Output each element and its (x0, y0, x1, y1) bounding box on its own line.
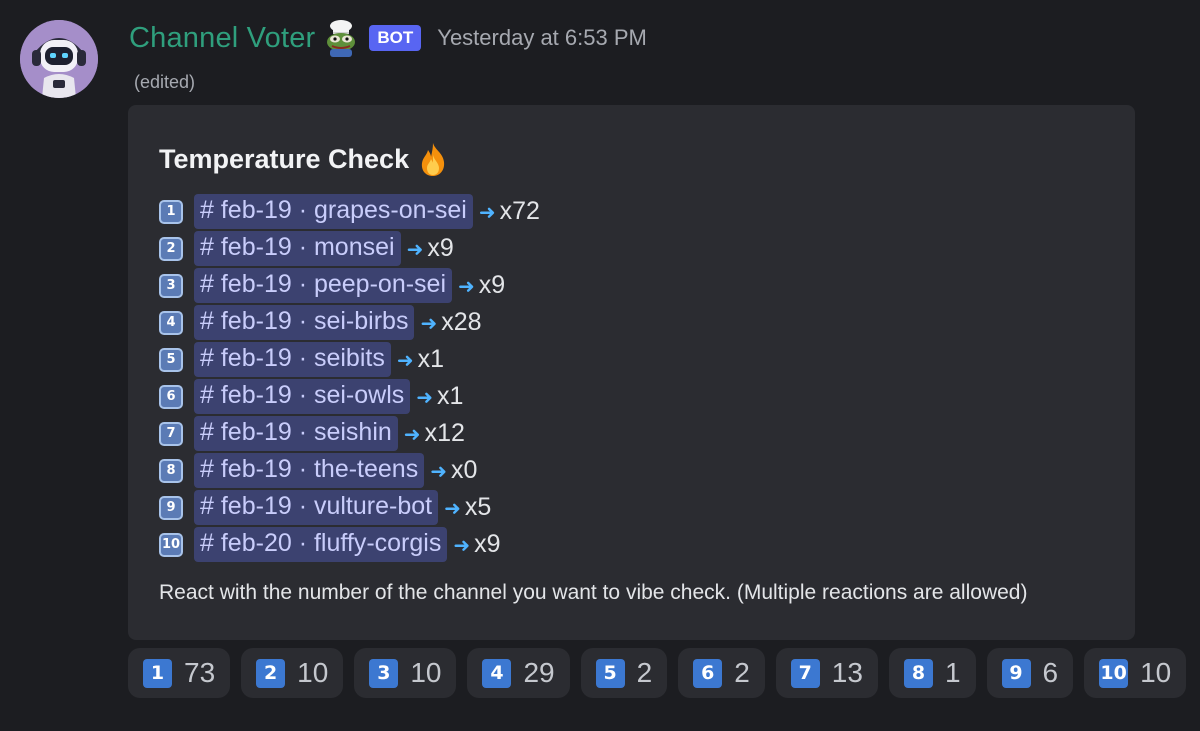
reaction-count: 73 (184, 657, 216, 688)
fire-icon (417, 141, 449, 177)
robot-avatar-icon (20, 20, 98, 98)
right-arrow-icon: ➜ (453, 532, 471, 557)
list-item: 5 # feb-19 · seibits ➜ x1 (159, 341, 540, 378)
right-arrow-icon: ➜ (406, 236, 424, 261)
right-arrow-icon: ➜ (403, 421, 421, 446)
reaction-button[interactable]: 9 6 (986, 648, 1074, 698)
list-item: 4 # feb-19 · sei-birbs ➜ x28 (159, 304, 540, 341)
vote-count: x5 (464, 493, 492, 521)
keycap-9-icon: 9 (1001, 658, 1031, 688)
keycap-4-icon: 4 (159, 310, 183, 335)
channel-mention[interactable]: # feb-20 · fluffy-corgis (194, 527, 448, 562)
channel-mention[interactable]: # feb-19 · peep-on-sei (194, 268, 452, 303)
pepe-chef-icon (323, 19, 359, 57)
username[interactable]: Channel Voter (129, 22, 315, 55)
keycap-8-icon: 8 (903, 658, 933, 688)
keycap-3-icon: 3 (159, 273, 183, 298)
reaction-count: 1 (944, 657, 961, 688)
right-arrow-icon: ➜ (458, 273, 475, 298)
list-item: 2 # feb-19 · monsei ➜ x9 (159, 230, 540, 267)
vote-count: x9 (474, 530, 501, 558)
reaction-button[interactable]: 2 10 (241, 648, 344, 698)
list-item: 8 # feb-19 · the-teens ➜ x0 (159, 452, 540, 489)
channel-mention[interactable]: # feb-19 · sei-birbs (194, 305, 415, 340)
keycap-3-icon: 3 (369, 658, 399, 688)
keycap-5-icon: 5 (159, 347, 183, 372)
reaction-button[interactable]: 4 29 (467, 648, 570, 698)
vote-count: x12 (424, 419, 465, 447)
reaction-count: 6 (1042, 657, 1059, 688)
keycap-1-icon: 1 (143, 658, 172, 688)
vote-count: x9 (427, 234, 454, 262)
reaction-button[interactable]: 8 1 (888, 648, 976, 698)
list-item: 1 # feb-19 · grapes-on-sei ➜ x72 (159, 193, 540, 230)
chat-message: Channel Voter BOT Yesterday at 6:53 PM (… (0, 0, 1200, 731)
embed-title: Temperature Check (159, 141, 449, 177)
channel-mention[interactable]: # feb-19 · grapes-on-sei (194, 194, 473, 229)
reaction-count: 10 (410, 657, 442, 688)
reaction-button[interactable]: 7 13 (775, 648, 878, 698)
reaction-bar: 1 73 2 10 3 10 4 29 5 2 6 2 7 13 8 1 9 6… (128, 648, 1187, 698)
edited-label: (edited) (134, 72, 196, 92)
channel-mention[interactable]: # feb-19 · monsei (194, 231, 401, 266)
keycap-4-icon: 4 (482, 658, 512, 688)
keycap-5-icon: 5 (595, 658, 625, 688)
keycap-2-icon: 2 (159, 236, 183, 261)
reaction-button[interactable]: 1 73 (128, 648, 231, 698)
bot-badge: BOT (369, 25, 422, 51)
reaction-count: 29 (523, 657, 555, 688)
list-item: 9 # feb-19 · vulture-bot ➜ x5 (159, 489, 540, 526)
keycap-8-icon: 8 (159, 458, 183, 483)
keycap-10-icon: 10 (1099, 658, 1129, 688)
reaction-button[interactable]: 10 10 (1084, 648, 1187, 698)
embed-title-text: Temperature Check (159, 143, 410, 174)
right-arrow-icon: ➜ (444, 495, 461, 520)
channel-list: 1 # feb-19 · grapes-on-sei ➜ x72 2 # feb… (159, 193, 540, 563)
keycap-9-icon: 9 (159, 495, 183, 520)
message-header: Channel Voter BOT Yesterday at 6:53 PM (129, 18, 647, 58)
reaction-count: 13 (831, 657, 863, 688)
reaction-button[interactable]: 6 2 (678, 648, 765, 698)
reaction-button[interactable]: 5 2 (580, 648, 668, 698)
channel-mention[interactable]: # feb-19 · seibits (194, 342, 391, 377)
vote-count: x9 (478, 271, 506, 299)
right-arrow-icon: ➜ (478, 199, 496, 224)
reaction-count: 10 (1140, 657, 1172, 688)
reaction-count: 2 (734, 657, 750, 688)
keycap-6-icon: 6 (159, 384, 183, 409)
list-item: 3 # feb-19 · peep-on-sei ➜ x9 (159, 267, 540, 304)
vote-count: x28 (441, 308, 482, 336)
reaction-count: 10 (297, 657, 329, 688)
channel-mention[interactable]: # feb-19 · vulture-bot (194, 490, 439, 525)
right-arrow-icon: ➜ (396, 347, 414, 372)
channel-mention[interactable]: # feb-19 · sei-owls (194, 379, 411, 414)
right-arrow-icon: ➜ (430, 458, 447, 483)
embed-description: React with the number of the channel you… (159, 581, 1028, 604)
keycap-1-icon: 1 (159, 199, 183, 224)
right-arrow-icon: ➜ (420, 310, 438, 335)
reaction-button[interactable]: 3 10 (354, 648, 457, 698)
vote-count: x72 (499, 197, 540, 225)
embed-card: Temperature Check 1 # feb-19 · grapes-on… (128, 105, 1135, 640)
vote-count: x1 (417, 345, 445, 373)
vote-count: x0 (450, 456, 478, 484)
right-arrow-icon: ➜ (416, 384, 434, 409)
list-item: 10 # feb-20 · fluffy-corgis ➜ x9 (159, 526, 540, 563)
keycap-2-icon: 2 (256, 658, 286, 688)
keycap-7-icon: 7 (159, 421, 183, 446)
channel-mention[interactable]: # feb-19 · the-teens (194, 453, 425, 488)
list-item: 6 # feb-19 · sei-owls ➜ x1 (159, 378, 540, 415)
keycap-6-icon: 6 (693, 658, 723, 688)
bot-avatar[interactable] (20, 20, 98, 98)
keycap-10-icon: 10 (159, 532, 183, 557)
reaction-count: 2 (636, 657, 653, 688)
keycap-7-icon: 7 (790, 658, 820, 688)
channel-mention[interactable]: # feb-19 · seishin (194, 416, 398, 451)
list-item: 7 # feb-19 · seishin ➜ x12 (159, 415, 540, 452)
message-timestamp[interactable]: Yesterday at 6:53 PM (437, 25, 647, 51)
vote-count: x1 (437, 382, 464, 410)
